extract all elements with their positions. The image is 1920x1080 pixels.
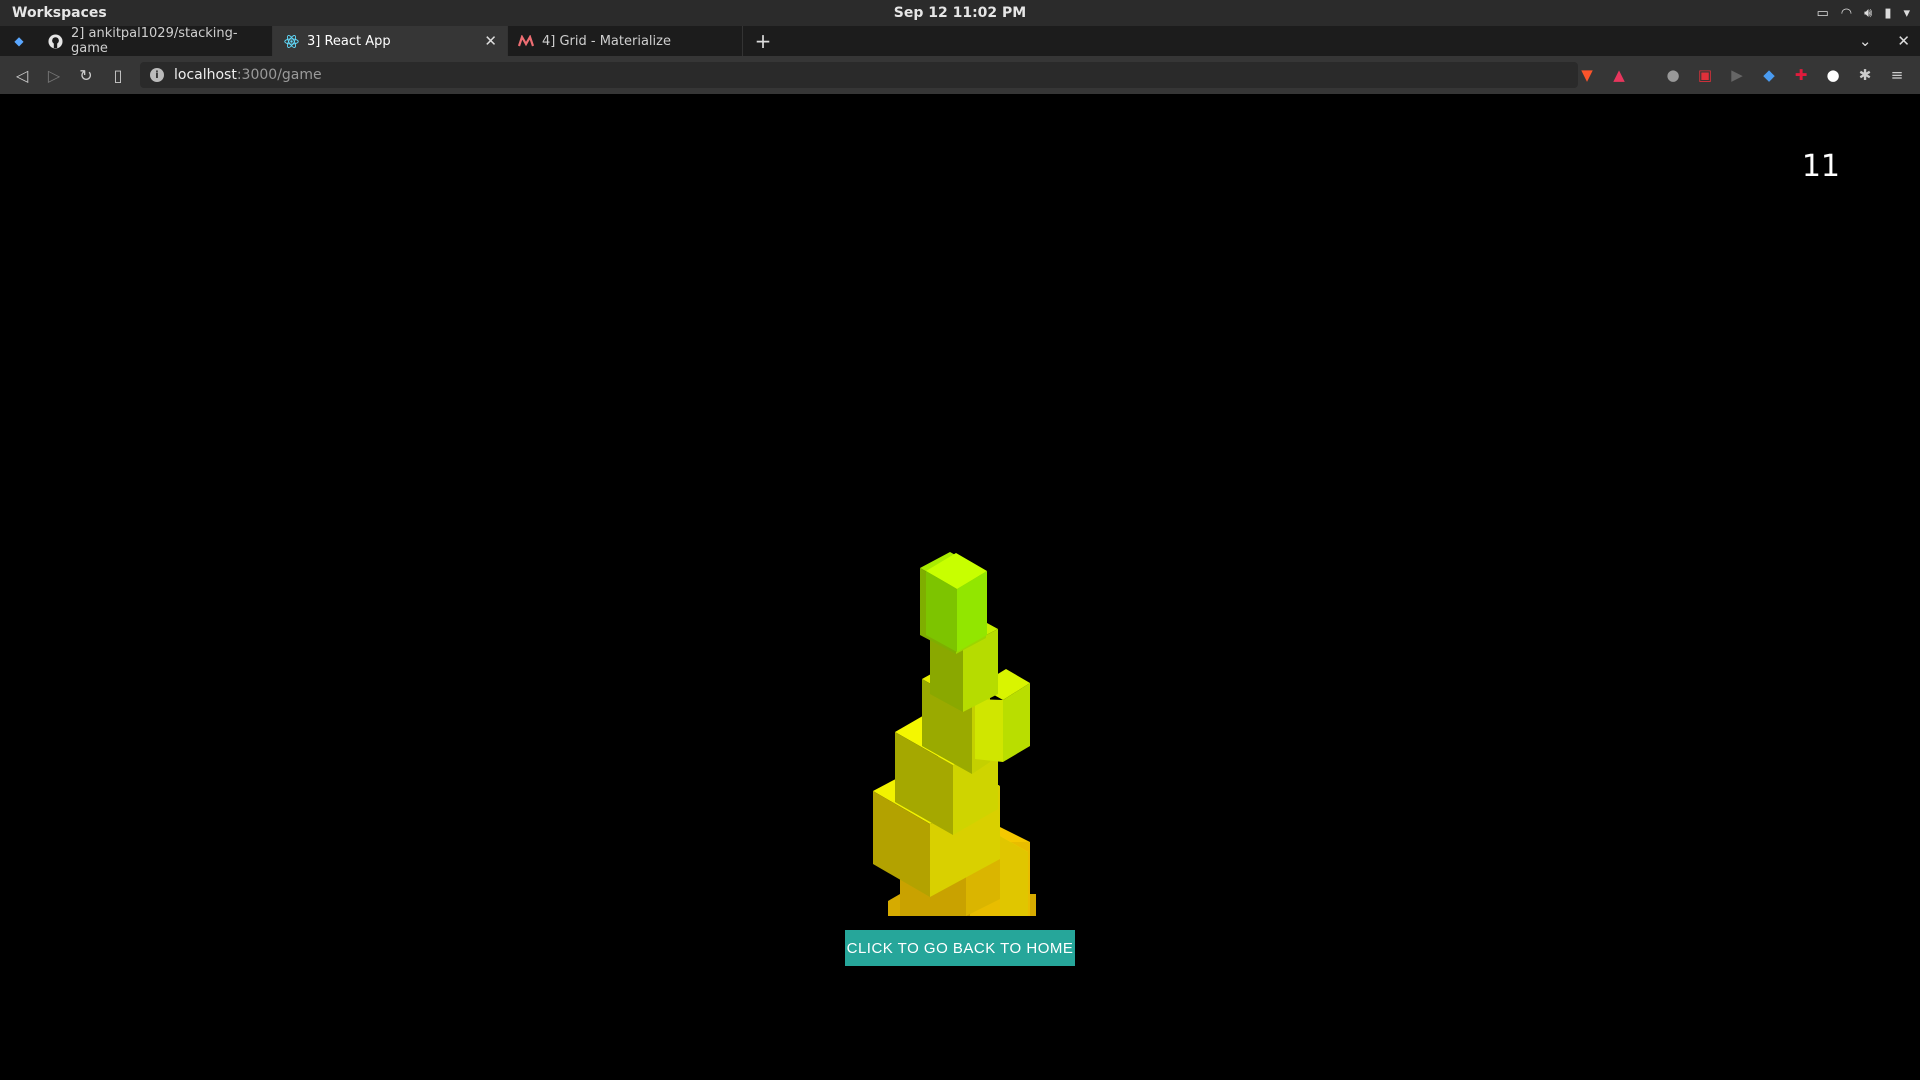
- extensions-puzzle-icon[interactable]: ✱: [1856, 66, 1874, 84]
- new-tab-button[interactable]: +: [743, 26, 783, 56]
- tab-label: 4] Grid - Materialize: [542, 33, 671, 49]
- tab-label: 2] ankitpal1029/stacking-game: [71, 26, 238, 56]
- url-host: localhost: [174, 67, 237, 83]
- wifi-icon[interactable]: ◠: [1841, 6, 1852, 21]
- extension-red-icon[interactable]: ▣: [1696, 66, 1714, 84]
- go-back-home-button[interactable]: CLICK TO GO BACK TO HOME: [845, 930, 1075, 966]
- extension-tp-icon[interactable]: ✚: [1792, 66, 1810, 84]
- extensions-area: ▼ ▲ ● ▣ ▶ ◆ ✚ ● ✱ ≡: [1578, 56, 1906, 94]
- close-tab-icon[interactable]: ✕: [484, 32, 497, 50]
- extension-diamond-icon[interactable]: ◆: [1760, 66, 1778, 84]
- extension-gray-icon[interactable]: ●: [1664, 66, 1682, 84]
- profile-avatar-icon[interactable]: ●: [1824, 66, 1842, 84]
- system-clock[interactable]: Sep 12 11:02 PM: [0, 5, 1920, 21]
- back-icon[interactable]: ◁: [6, 66, 38, 85]
- tab-search-icon[interactable]: ⌄: [1859, 32, 1872, 50]
- tab-label: 3] React App: [307, 33, 391, 49]
- browser-menu-icon[interactable]: ≡: [1888, 66, 1906, 84]
- stack-block-top: [926, 553, 987, 652]
- extension-play-icon[interactable]: ▶: [1728, 66, 1746, 84]
- tab-stacking-game-repo[interactable]: 2] ankitpal1029/stacking-game: [38, 26, 273, 56]
- site-info-icon[interactable]: i: [150, 68, 164, 82]
- battery-icon[interactable]: ▮: [1884, 6, 1891, 21]
- bookmark-icon[interactable]: ▯: [102, 66, 134, 85]
- brave-rewards-icon[interactable]: ▲: [1610, 66, 1628, 84]
- workspaces-button[interactable]: Workspaces: [12, 5, 107, 21]
- system-menu-chevron-icon[interactable]: ▾: [1903, 6, 1910, 21]
- address-bar[interactable]: i localhost:3000/game: [140, 62, 1578, 88]
- tab-react-app[interactable]: 3] React App ✕: [273, 26, 508, 56]
- system-top-bar: Workspaces Sep 12 11:02 PM ▭ ◠ 🔊︎ ▮ ▾: [0, 0, 1920, 26]
- browser-tab-strip: ◆ 2] ankitpal1029/stacking-game 3] React…: [0, 26, 1920, 56]
- reload-icon[interactable]: ↻: [70, 66, 102, 85]
- forward-icon[interactable]: ▷: [38, 66, 70, 85]
- volume-icon[interactable]: 🔊︎: [1864, 6, 1872, 21]
- window-controls: ⌄ ✕: [1859, 26, 1910, 56]
- close-window-icon[interactable]: ✕: [1897, 32, 1910, 50]
- materialize-icon: [518, 33, 534, 49]
- browser-toolbar: ◁ ▷ ↻ ▯ i localhost:3000/game ▼ ▲ ● ▣ ▶ …: [0, 56, 1920, 94]
- url-path: :3000/game: [236, 67, 322, 83]
- system-tray: ▭ ◠ 🔊︎ ▮ ▾: [1816, 0, 1910, 26]
- game-canvas-area[interactable]: 11 CLICK TO GO BACK TO HOME: [0, 94, 1920, 1080]
- screen-share-icon[interactable]: ▭: [1816, 6, 1828, 21]
- browser-app-icon[interactable]: ◆: [0, 26, 38, 56]
- tab-grid-materialize[interactable]: 4] Grid - Materialize: [508, 26, 743, 56]
- react-icon: [283, 33, 299, 49]
- github-icon: [48, 33, 63, 49]
- brave-shields-icon[interactable]: ▼: [1578, 66, 1596, 84]
